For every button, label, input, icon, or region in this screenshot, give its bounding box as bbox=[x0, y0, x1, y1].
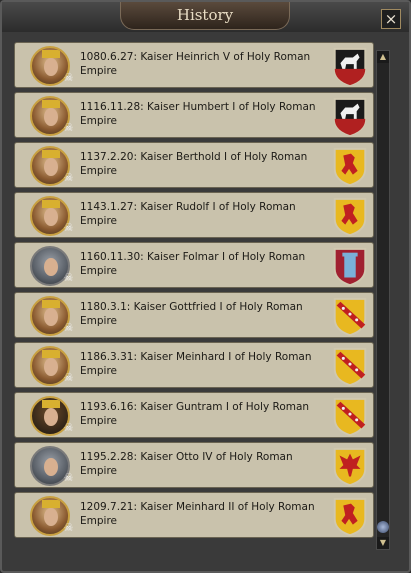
skull-icon: ☠ bbox=[63, 121, 74, 134]
skull-icon: ☠ bbox=[63, 421, 74, 434]
coat-of-arms-icon[interactable] bbox=[331, 246, 369, 288]
history-window: History × ☠ 1080.6.27: Kaiser Heinrich V … bbox=[0, 0, 411, 573]
crown-icon bbox=[42, 150, 60, 158]
face bbox=[44, 358, 58, 376]
entry-text: 1080.6.27: Kaiser Heinrich V of Holy Rom… bbox=[80, 51, 311, 77]
coat-of-arms-icon[interactable] bbox=[331, 46, 369, 88]
entry-text: 1137.2.20: Kaiser Berthold I of Holy Rom… bbox=[80, 151, 308, 177]
entry-text: 1209.7.21: Kaiser Meinhard II of Holy Ro… bbox=[80, 501, 315, 527]
history-entry[interactable]: ☠ 1143.1.27: Kaiser Rudolf I of Holy Roma… bbox=[14, 192, 374, 238]
entry-text: 1160.11.30: Kaiser Folmar I of Holy Roma… bbox=[80, 251, 306, 277]
entry-text: 1186.3.31: Kaiser Meinhard I of Holy Rom… bbox=[80, 351, 312, 377]
crown-icon bbox=[42, 300, 60, 308]
coat-of-arms-icon[interactable] bbox=[331, 396, 369, 438]
crown-icon bbox=[42, 350, 60, 358]
crown-icon bbox=[42, 400, 60, 408]
coat-of-arms-icon[interactable] bbox=[331, 96, 369, 138]
coat-of-arms-icon[interactable] bbox=[331, 446, 369, 488]
skull-icon: ☠ bbox=[63, 71, 74, 84]
entry-text: 1116.11.28: Kaiser Humbert I of Holy Rom… bbox=[80, 101, 316, 127]
crown-icon bbox=[42, 50, 60, 58]
window-title: History bbox=[176, 6, 234, 24]
scroll-up-button[interactable]: ▲ bbox=[377, 51, 389, 63]
entry-text: 1195.2.28: Kaiser Otto IV of Holy Roman … bbox=[80, 451, 293, 477]
face bbox=[44, 308, 58, 326]
skull-icon: ☠ bbox=[63, 171, 74, 184]
face bbox=[44, 58, 58, 76]
entry-text: 1193.6.16: Kaiser Guntram I of Holy Roma… bbox=[80, 401, 310, 427]
skull-icon: ☠ bbox=[63, 221, 74, 234]
face bbox=[44, 208, 58, 226]
face bbox=[44, 458, 58, 476]
skull-icon: ☠ bbox=[63, 271, 74, 284]
face bbox=[44, 158, 58, 176]
skull-icon: ☠ bbox=[63, 371, 74, 384]
history-entry[interactable]: ☠ 1080.6.27: Kaiser Heinrich V of Holy Ro… bbox=[14, 42, 374, 88]
coat-of-arms-icon[interactable] bbox=[331, 146, 369, 188]
skull-icon: ☠ bbox=[63, 321, 74, 334]
coat-of-arms-icon[interactable] bbox=[331, 496, 369, 538]
face bbox=[44, 108, 58, 126]
skull-icon: ☠ bbox=[63, 471, 74, 484]
coat-of-arms-icon[interactable] bbox=[331, 196, 369, 238]
history-entry[interactable]: ☠ 1209.7.21: Kaiser Meinhard II of Holy R… bbox=[14, 492, 374, 538]
history-entry[interactable]: ☠ 1193.6.16: Kaiser Guntram I of Holy Rom… bbox=[14, 392, 374, 438]
coat-of-arms-icon[interactable] bbox=[331, 296, 369, 338]
crown-icon bbox=[42, 200, 60, 208]
crown-icon bbox=[42, 100, 60, 108]
title-bar: History × bbox=[2, 2, 409, 32]
face bbox=[44, 258, 58, 276]
history-entry[interactable]: ☠ 1116.11.28: Kaiser Humbert I of Holy Ro… bbox=[14, 92, 374, 138]
entry-text: 1143.1.27: Kaiser Rudolf I of Holy Roman… bbox=[80, 201, 296, 227]
coat-of-arms-icon[interactable] bbox=[331, 346, 369, 388]
scrollbar[interactable]: ▲ ▼ bbox=[376, 50, 390, 550]
face bbox=[44, 508, 58, 526]
history-entry[interactable]: ☠ 1186.3.31: Kaiser Meinhard I of Holy Ro… bbox=[14, 342, 374, 388]
scroll-down-button[interactable]: ▼ bbox=[377, 537, 389, 549]
crown-icon bbox=[42, 500, 60, 508]
skull-icon: ☠ bbox=[63, 521, 74, 534]
history-entry[interactable]: ☠ 1180.3.1: Kaiser Gottfried I of Holy Ro… bbox=[14, 292, 374, 338]
entry-text: 1180.3.1: Kaiser Gottfried I of Holy Rom… bbox=[80, 301, 303, 327]
history-entry[interactable]: ☠ 1195.2.28: Kaiser Otto IV of Holy Roman… bbox=[14, 442, 374, 488]
close-icon[interactable]: × bbox=[381, 9, 401, 29]
face bbox=[44, 408, 58, 426]
history-list: ☠ 1080.6.27: Kaiser Heinrich V of Holy Ro… bbox=[14, 42, 374, 552]
history-entry[interactable]: ☠ 1160.11.30: Kaiser Folmar I of Holy Rom… bbox=[14, 242, 374, 288]
history-entry[interactable]: ☠ 1137.2.20: Kaiser Berthold I of Holy Ro… bbox=[14, 142, 374, 188]
scroll-thumb[interactable] bbox=[377, 521, 389, 533]
